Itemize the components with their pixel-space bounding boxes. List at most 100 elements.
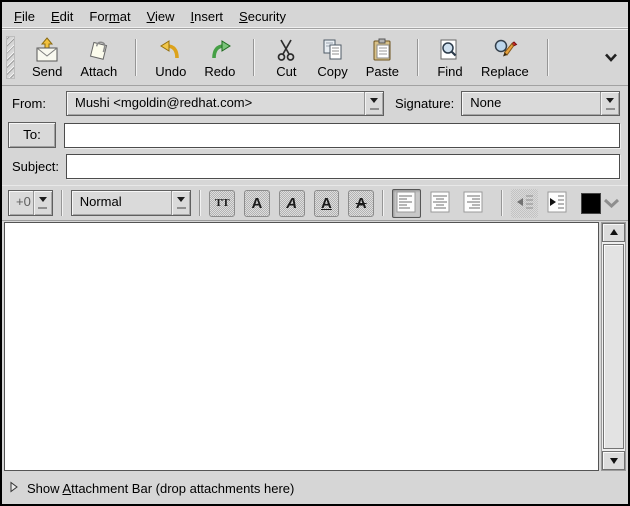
to-input[interactable] [64,123,620,148]
typewriter-toggle-button[interactable]: TT [209,190,235,217]
cut-icon [273,37,299,64]
text-color-swatch[interactable] [581,193,601,214]
italic-icon: A [286,196,297,211]
chevron-down-icon [370,98,378,107]
toolbar-overflow-button[interactable] [600,46,622,69]
subject-label: Subject: [8,159,62,174]
menu-insert[interactable]: Insert [183,7,232,26]
indent-icon [547,191,567,216]
align-left-button[interactable] [392,189,421,218]
strikethrough-icon: A [356,196,367,211]
toolbar-separator [382,190,384,216]
arrow-up-icon [610,225,618,235]
to-label: To: [23,127,41,142]
menu-file[interactable]: File [6,7,43,26]
toolbar-separator [547,39,549,76]
to-button[interactable]: To: [8,122,56,148]
align-center-button[interactable] [426,189,455,218]
italic-toggle-button[interactable]: A [279,190,305,217]
replace-label: Replace [481,64,529,79]
format-toolbar-overflow-button[interactable] [601,194,622,213]
find-icon [437,37,463,64]
mail-composer-window: File Edit Format View Insert Security Se… [0,0,630,506]
scrollbar-thumb[interactable] [603,244,624,449]
font-size-combobox[interactable]: +0 [8,190,53,216]
vertical-scrollbar[interactable] [601,222,626,471]
from-combobox[interactable]: Mushi <mgoldin@redhat.com> [66,91,384,116]
replace-button[interactable]: Replace [472,32,538,83]
expander-triangle-icon [10,481,18,496]
attach-label: Attach [80,64,117,79]
copy-icon [320,37,346,64]
undo-button[interactable]: Undo [146,32,195,83]
menu-security-label: Security [239,9,286,24]
send-icon [34,37,60,64]
editor-area [2,221,628,472]
attachment-bar-toggle[interactable]: Show Attachment Bar (drop attachments he… [2,472,628,504]
attach-icon [86,37,112,64]
unindent-icon [515,191,535,216]
undo-icon [158,37,184,64]
unindent-button[interactable] [511,189,539,218]
from-row: From: Mushi <mgoldin@redhat.com> Signatu… [2,86,628,119]
toolbar-drag-handle[interactable] [6,36,15,79]
menu-format[interactable]: Format [81,7,138,26]
signature-combobox[interactable]: None [461,91,620,116]
main-toolbar: Send Attach Undo [2,29,628,86]
toolbar-separator [417,39,419,76]
chevron-down-icon [177,197,185,206]
align-left-icon [396,191,416,216]
indent-button[interactable] [543,189,571,218]
paragraph-style-combobox[interactable]: Normal [71,190,192,216]
chevron-down-icon [606,98,614,107]
paste-icon [369,37,395,64]
menu-bar: File Edit Format View Insert Security [2,2,628,29]
send-label: Send [32,64,62,79]
chevron-down-icon [603,196,620,211]
toolbar-separator [199,190,201,216]
find-button[interactable]: Find [428,32,472,83]
toolbar-separator [61,190,63,216]
from-value: Mushi <mgoldin@redhat.com> [67,92,364,115]
align-right-button[interactable] [459,189,488,218]
align-center-icon [430,191,450,216]
menu-insert-label: Insert [191,9,224,24]
paste-button[interactable]: Paste [357,32,408,83]
toolbar-separator [253,39,255,76]
cut-button[interactable]: Cut [264,32,308,83]
undo-label: Undo [155,64,186,79]
signature-dropdown-button[interactable] [600,92,619,115]
copy-button[interactable]: Copy [308,32,356,83]
redo-icon [207,37,233,64]
scroll-up-button[interactable] [602,223,625,242]
copy-label: Copy [317,64,347,79]
from-label: From: [8,96,62,111]
bold-toggle-button[interactable]: A [244,190,270,217]
arrow-down-icon [610,458,618,468]
menu-view[interactable]: View [139,7,183,26]
toolbar-separator [501,190,503,216]
subject-input[interactable] [66,154,620,179]
redo-button[interactable]: Redo [195,32,244,83]
bold-icon: A [252,196,263,211]
from-dropdown-button[interactable] [364,92,383,115]
attach-button[interactable]: Attach [71,32,126,83]
attachment-bar-label: Show Attachment Bar (drop attachments he… [27,481,294,496]
signature-label: Signature: [395,96,454,111]
menu-security[interactable]: Security [231,7,294,26]
subject-row: Subject: [2,151,628,185]
paragraph-style-dropdown-button[interactable] [171,191,190,215]
message-body[interactable] [4,222,599,471]
strikethrough-toggle-button[interactable]: A [348,190,374,217]
paste-label: Paste [366,64,399,79]
menu-edit[interactable]: Edit [43,7,81,26]
menu-edit-label: Edit [51,9,73,24]
underline-toggle-button[interactable]: A [314,190,340,217]
font-size-dropdown-button[interactable] [33,191,52,215]
font-size-value: +0 [9,191,33,215]
menu-format-label: Format [89,9,130,24]
chevron-down-icon [604,50,618,65]
scroll-down-button[interactable] [602,451,625,470]
signature-value: None [462,92,600,115]
send-button[interactable]: Send [23,32,71,83]
